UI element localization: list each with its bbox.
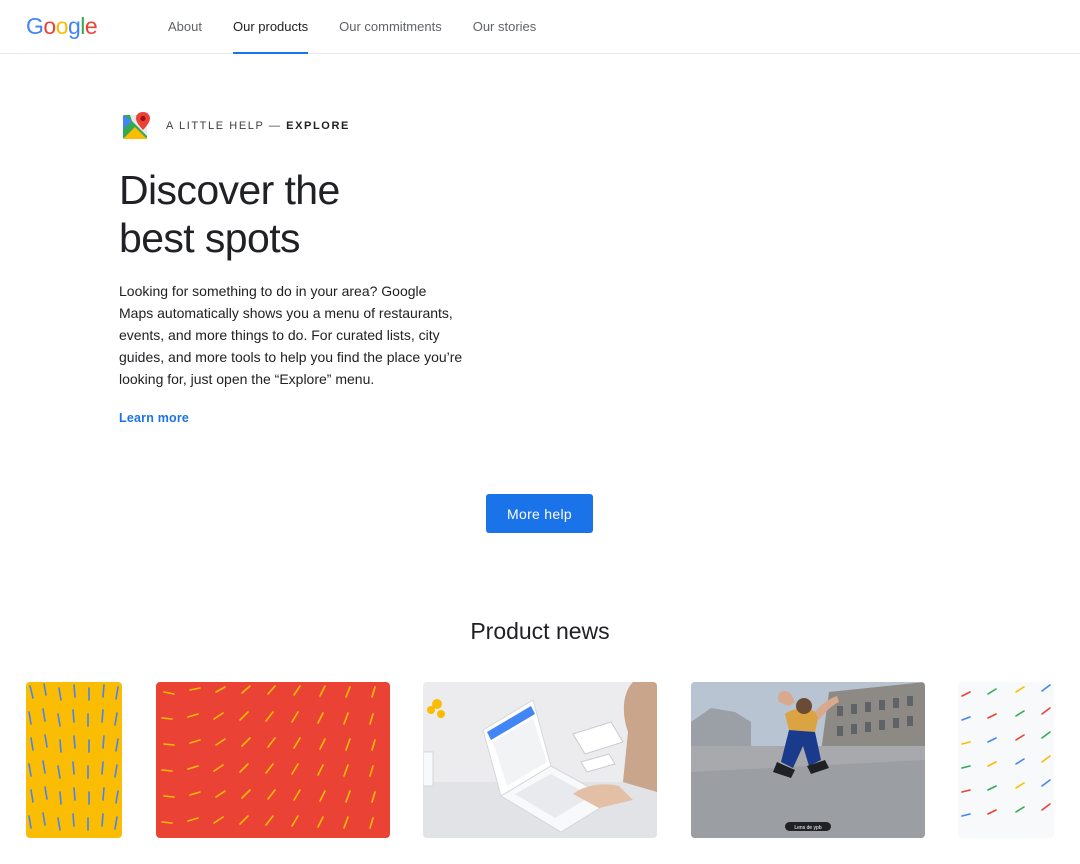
street-photo-illustration: Lens de ypb bbox=[691, 682, 925, 838]
news-card-street-photo[interactable]: Lens de ypb bbox=[691, 682, 925, 838]
nav-our-stories[interactable]: Our stories bbox=[473, 0, 537, 54]
news-card-red-pattern[interactable] bbox=[156, 682, 390, 838]
red-dash-pattern bbox=[161, 685, 376, 829]
main-nav: About Our products Our commitments Our s… bbox=[168, 0, 567, 54]
logo-letter: o bbox=[55, 13, 69, 39]
news-card-laptop-photo[interactable] bbox=[423, 682, 657, 838]
nav-our-products[interactable]: Our products bbox=[232, 0, 309, 54]
yellow-dash-pattern bbox=[28, 683, 119, 831]
laptop-photo-illustration bbox=[423, 682, 657, 838]
more-help-button[interactable]: More help bbox=[486, 494, 593, 533]
google-maps-icon bbox=[123, 112, 150, 139]
eyebrow-strong: EXPLORE bbox=[286, 120, 350, 132]
hero-title-line-1: Discover the bbox=[119, 167, 340, 213]
news-card-multicolor-pattern[interactable] bbox=[958, 682, 1054, 838]
logo-letter: o bbox=[43, 13, 56, 39]
hero-eyebrow-text: A LITTLE HELP — EXPLORE bbox=[166, 120, 350, 132]
hero-title: Discover the best spots bbox=[119, 166, 539, 262]
hero-eyebrow: A LITTLE HELP — EXPLORE bbox=[122, 111, 350, 141]
logo-letter: G bbox=[26, 13, 44, 39]
learn-more-link[interactable]: Learn more bbox=[119, 411, 189, 425]
multicolor-dash-pattern bbox=[961, 684, 1051, 817]
nav-our-commitments[interactable]: Our commitments bbox=[339, 0, 442, 54]
hero-title-line-2: best spots bbox=[119, 215, 300, 261]
news-card-yellow-pattern[interactable] bbox=[26, 682, 122, 838]
site-header: Google About Our products Our commitment… bbox=[0, 0, 1080, 54]
street-photo-caption: Lens de ypb bbox=[794, 825, 821, 831]
hero-body: Looking for something to do in your area… bbox=[119, 283, 463, 387]
google-logo[interactable]: Google bbox=[26, 13, 98, 40]
nav-about[interactable]: About bbox=[168, 0, 202, 54]
logo-letter: g bbox=[67, 13, 81, 39]
eyebrow-prefix: A LITTLE HELP — bbox=[166, 120, 287, 132]
logo-letter: e bbox=[84, 13, 98, 39]
product-news-title: Product news bbox=[470, 618, 610, 644]
